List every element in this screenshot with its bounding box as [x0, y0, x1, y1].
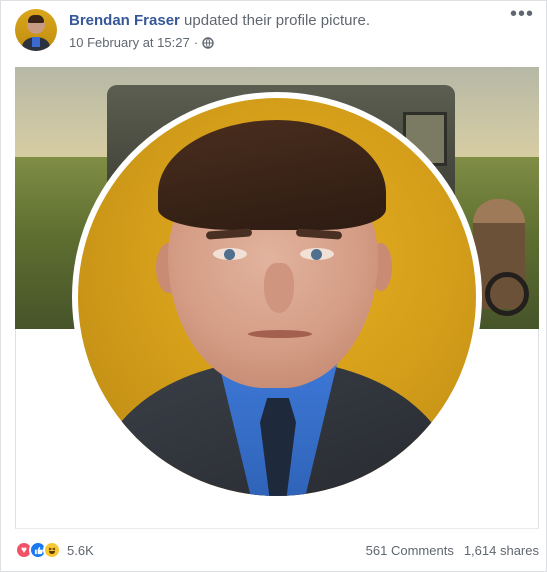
reaction-summary[interactable]: ♥ 5.6K: [15, 541, 94, 559]
avatar-hair: [28, 15, 44, 23]
post-headline: Brendan Fraser updated their profile pic…: [69, 12, 370, 30]
globe-icon[interactable]: [202, 36, 214, 49]
author-name-link[interactable]: Brendan Fraser: [69, 12, 180, 29]
post-footer: ♥ 5.6K 561 Comments 1,614 shares: [15, 537, 539, 563]
ellipsis-icon[interactable]: •••: [510, 4, 534, 24]
meta-separator: ·: [193, 35, 199, 50]
portrait-eye-left: [213, 248, 247, 260]
author-avatar[interactable]: [15, 9, 57, 51]
haha-icon: [43, 541, 61, 559]
feed-post: Brendan Fraser updated their profile pic…: [0, 0, 547, 572]
post-action-text: updated their profile picture.: [184, 12, 370, 29]
portrait-eye-right: [300, 248, 334, 260]
post-stats: 561 Comments 1,614 shares: [366, 543, 539, 558]
comments-count-link[interactable]: 561 Comments: [366, 543, 454, 558]
cover-wheelchair: [485, 272, 529, 316]
post-meta: 10 February at 15:27 ·: [69, 35, 214, 50]
portrait-mouth: [248, 330, 312, 338]
avatar-collar: [32, 37, 40, 47]
portrait-hair: [158, 120, 386, 230]
shares-count-link[interactable]: 1,614 shares: [464, 543, 539, 558]
profile-picture[interactable]: [78, 98, 476, 496]
portrait-nose: [264, 263, 294, 313]
post-timestamp[interactable]: 10 February at 15:27: [69, 35, 190, 50]
reaction-count[interactable]: 5.6K: [67, 543, 94, 558]
